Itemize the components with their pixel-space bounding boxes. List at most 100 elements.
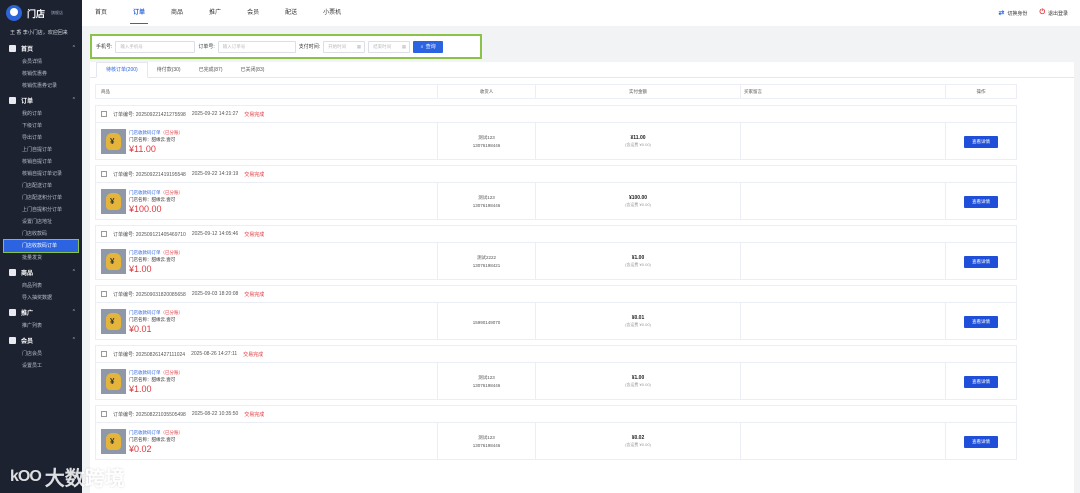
sidebar-group[interactable]: 推广 ⌃ [0,304,82,320]
money-bag-icon: ¥ [110,137,115,146]
end-date-input[interactable]: 结束时间 ▦ [368,40,411,53]
paid-amount: ¥0.02 [631,435,645,441]
amount-cell: ¥1.00 (含运费 ¥0.00) [536,363,741,400]
buyer-cell: 测试2222 13076198421 [438,243,536,280]
order-input[interactable]: 输入订单号 [217,40,296,53]
phone-input[interactable]: 输入手机号 [115,40,196,53]
sidebar-item[interactable]: 下级订单 [0,120,82,132]
order-checkbox[interactable] [101,291,107,297]
sidebar-item[interactable]: 核销优惠券 [0,68,82,80]
buyer-message-cell [741,243,946,280]
sidebar-item[interactable]: 核销优惠券记录 [0,80,82,92]
view-detail-button[interactable]: 查看详情 [964,195,998,208]
status-tab[interactable]: 待付款(30) [148,66,190,77]
watermark: kOO 大数跨境 [10,462,125,491]
sidebar-item[interactable]: 批量发货 [0,252,82,264]
menu-group-icon [9,268,16,276]
product-image: ¥ [101,369,126,394]
buyer-name: 测试123 [478,195,495,200]
sidebar-item[interactable]: 门店收款码 [0,228,82,240]
order-checkbox[interactable] [101,111,107,117]
start-date-input[interactable]: 开始时间 ▦ [323,40,366,53]
order-checkbox[interactable] [101,411,107,417]
top-nav-tab[interactable]: 商品 [158,0,196,26]
top-nav-tab[interactable]: 配送 [272,0,310,26]
sidebar-group[interactable]: 会员 ⌃ [0,332,82,348]
order-number: 订单编号: 2025090318200856​58 [113,291,186,298]
order-status: 交易完成 [244,111,265,118]
status-tab[interactable]: 已完成(87) [190,66,232,77]
top-nav-tab[interactable]: 会员 [234,0,272,26]
status-tab[interactable]: 待核订单(200) [96,62,148,78]
search-bar: 手机号: 输入手机号 订单号: 输入订单号 支付时间: 开始时间 ▦ 结束时间 ▦ … [90,34,482,59]
sidebar-item[interactable]: 核销自提订单 [0,156,82,168]
goods-name[interactable]: 门店收款码订单（已分账） [129,130,183,136]
sidebar-item[interactable]: 核销自提订单记录 [0,168,82,180]
goods-name[interactable]: 门店收款码订单（已分账） [129,250,183,256]
avatar [6,5,22,21]
order-checkbox[interactable] [101,171,107,177]
order-card: 订单编号: 2025092214191955​48 2025-09-22 14:1… [95,165,1017,220]
sidebar-group-label: 首页 [21,46,34,53]
store-name: 门店名称：甜缘云.壹可 [129,376,176,382]
top-nav-tab[interactable]: 小票机 [310,0,354,26]
sidebar-item[interactable]: 导入抽奖数据 [0,292,82,304]
sidebar-item[interactable]: 导出订单 [0,132,82,144]
goods-name[interactable]: 门店收款码订单（已分账） [129,310,183,316]
shipping-fee: (含运费 ¥0.00) [625,322,651,327]
split-tag: （已分账） [160,309,184,315]
order-card: 订单编号: 2025082614271110​24 2025-08-26 14:2… [95,345,1017,400]
sidebar-item[interactable]: 门店会员 [0,348,82,360]
split-tag: （已分账） [160,369,184,375]
goods-name[interactable]: 门店收款码订单（已分账） [129,190,183,196]
sidebar-item[interactable]: 我的订单 [0,108,82,120]
order-number: 订单编号: 2025082210355054​98 [113,411,186,418]
switch-identity-button[interactable]: ⇄ 切换身份 [999,9,1028,17]
sidebar-item[interactable]: 设置门店地址 [0,216,82,228]
sidebar-item[interactable]: 门店收款码订单 [3,239,79,253]
view-detail-button[interactable]: 查看详情 [964,375,998,388]
goods-name[interactable]: 门店收款码订单（已分账） [129,370,183,376]
amount-cell: ¥0.01 (含运费 ¥0.00) [536,303,741,340]
order-checkbox[interactable] [101,351,107,357]
view-detail-button[interactable]: 查看详情 [964,315,998,328]
sidebar-group[interactable]: 首页 ⌃ [0,40,82,56]
order-checkbox[interactable] [101,231,107,237]
sidebar-item[interactable]: 门店配送积分订单 [0,192,82,204]
paid-amount: ¥1.00 [631,375,645,381]
status-tab[interactable]: 已关闭(83) [232,66,274,77]
menu-group-icon [9,96,16,104]
top-nav-tab[interactable]: 推广 [196,0,234,26]
top-nav-tab[interactable]: 订单 [120,0,158,26]
sidebar-item[interactable]: 设置员工 [0,360,82,372]
store-name: 门店名称：甜缘云.壹可 [129,196,176,202]
amount-cell: ¥100.00 (含运费 ¥0.00) [536,183,741,220]
sidebar-item[interactable]: 推广列表 [0,320,82,332]
goods-name[interactable]: 门店收款码订单（已分账） [129,430,183,436]
sidebar-item[interactable]: 上门自提积分订单 [0,204,82,216]
amount-cell: ¥0.02 (含运费 ¥0.00) [536,423,741,460]
view-detail-button[interactable]: 查看详情 [964,435,998,448]
goods-info: 门店收款码订单（已分账） 门店名称：甜缘云.壹可 ¥1.00 [129,370,183,394]
orders-panel: 待核订单(200) 待付款(30) 已完成(87) 已关闭(83) 商品 收货人 实付… [90,62,1074,493]
chevron-up-icon: ⌃ [71,45,76,51]
sidebar-item[interactable]: 商品列表 [0,280,82,292]
search-button[interactable]: ⌕ 查询 [413,40,444,53]
chevron-up-icon: ⌃ [71,337,76,343]
order-status: 交易完成 [244,291,265,298]
top-nav-tab[interactable]: 首页 [82,0,120,26]
table-header: 商品 收货人 实付金额 买家留言 操作 [95,84,1017,99]
sidebar-group[interactable]: 订单 ⌃ [0,92,82,108]
sidebar-item[interactable]: 会员详情 [0,56,82,68]
switch-icon: ⇄ [998,10,1005,17]
view-detail-button[interactable]: 查看详情 [964,255,998,268]
order-status: 交易完成 [243,351,264,358]
chevron-up-icon: ⌃ [71,97,76,103]
sidebar-item[interactable]: 门店配送订单 [0,180,82,192]
logout-button[interactable]: ⏻ 退出登录 [1039,9,1068,17]
money-bag-icon: ¥ [110,317,115,326]
view-detail-button[interactable]: 查看详情 [964,135,998,148]
sidebar-item[interactable]: 上门自提订单 [0,144,82,156]
sidebar-group[interactable]: 商品 ⌃ [0,264,82,280]
buyer-name: 测试2222 [476,255,496,260]
